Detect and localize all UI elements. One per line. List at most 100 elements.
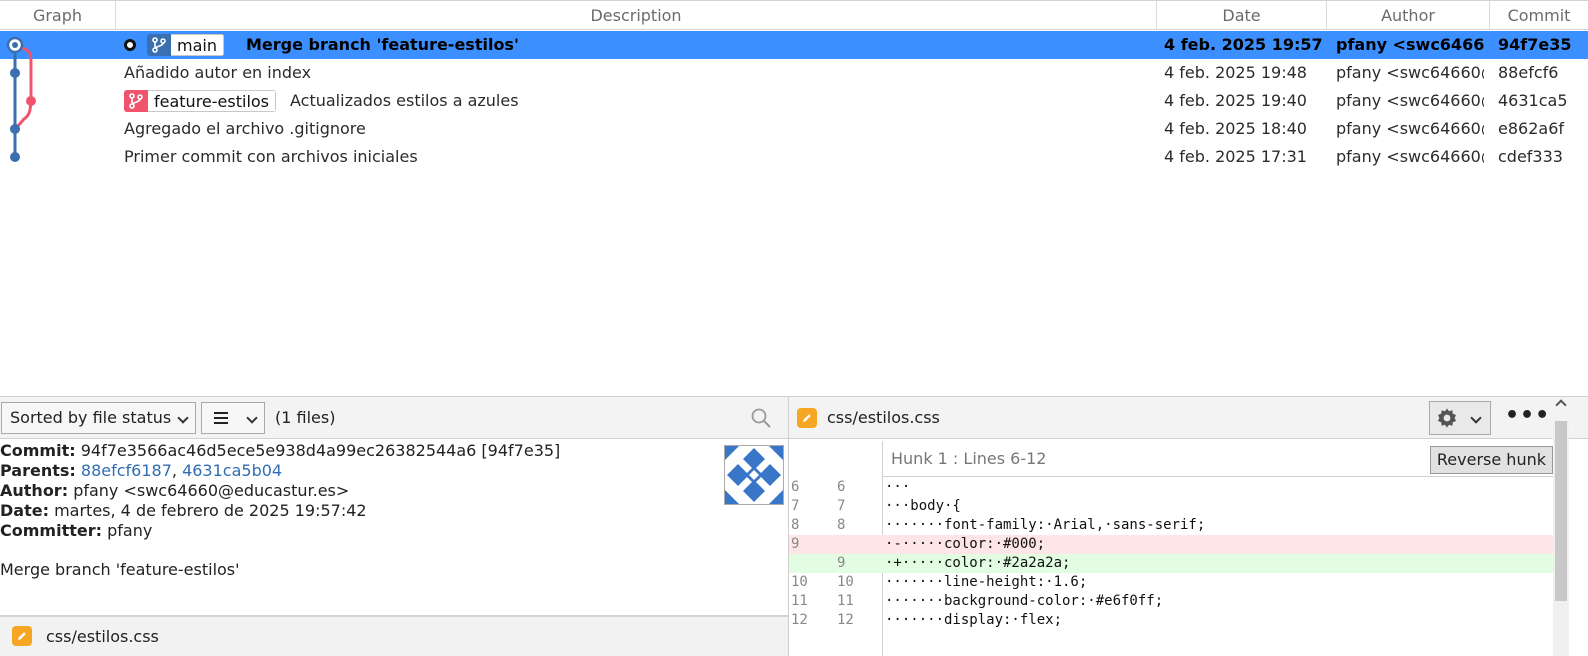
graph-node-feature xyxy=(26,96,36,106)
head-indicator-icon xyxy=(124,39,136,51)
commit-details: Commit: 94f7e3566ac46d5ece5e938d4a99ec26… xyxy=(0,441,788,613)
chevron-down-icon xyxy=(246,412,258,424)
commit-hash: 4631ca5 xyxy=(1498,91,1568,110)
hunk-label: Hunk 1 : Lines 6-12 xyxy=(891,449,1047,468)
commit-author: pfany <swc64660 xyxy=(1336,35,1484,54)
diff-line: 10 10 ·······line-height:·1.6; xyxy=(789,573,1553,592)
commit-graph xyxy=(6,36,36,162)
branch-icon xyxy=(124,90,148,112)
graph-node-merge-core xyxy=(12,42,18,48)
diff-line: 11 11 ·······background-color:·#e6f0ff; xyxy=(789,592,1553,611)
column-header-date[interactable]: Date xyxy=(1157,1,1327,30)
chevron-down-icon xyxy=(177,412,189,424)
diff-header: css/estilos.css ••• xyxy=(789,397,1588,439)
old-line-number: 10 xyxy=(791,574,808,590)
changed-file-row[interactable]: css/estilos.css xyxy=(0,615,788,656)
commit-description: Añadido autor en index xyxy=(124,63,312,82)
old-line-number: 6 xyxy=(791,479,800,495)
view-mode-dropdown[interactable] xyxy=(201,402,265,434)
column-header-description[interactable]: Description xyxy=(116,1,1157,30)
new-line-number: 12 xyxy=(837,612,854,628)
branch-label-main[interactable]: main xyxy=(147,34,224,56)
commit-hash: cdef333 xyxy=(1498,147,1563,166)
gear-icon xyxy=(1438,408,1456,428)
diff-scrollbar[interactable] xyxy=(1553,421,1569,656)
commit-date: 4 feb. 2025 19:48 xyxy=(1164,63,1307,82)
author-line: Author: pfany <swc64660@educastur.es> xyxy=(0,481,349,501)
parents-line: Parents: 88efcf6187, 4631ca5b04 xyxy=(0,461,282,481)
search-icon[interactable] xyxy=(750,407,772,429)
commit-date: 4 feb. 2025 17:31 xyxy=(1164,147,1307,166)
git-client-window: Graph Description Date Author Commit mai… xyxy=(0,0,1588,656)
graph-line-feature xyxy=(15,45,33,128)
old-line-number: 11 xyxy=(791,593,808,609)
commit-hash: 94f7e35 xyxy=(1498,35,1572,54)
diff-file-name: css/estilos.css xyxy=(827,408,940,427)
column-header-commit[interactable]: Commit xyxy=(1490,1,1588,30)
author-avatar xyxy=(724,445,784,505)
commit-description: Primer commit con archivos iniciales xyxy=(124,147,418,166)
new-line-number: 10 xyxy=(837,574,854,590)
graph-node xyxy=(10,152,20,162)
commit-row[interactable]: feature-estilos Actualizados estilos a a… xyxy=(0,87,1588,115)
new-line-number: 7 xyxy=(837,498,846,514)
old-line-number: 8 xyxy=(791,517,800,533)
commit-description: Actualizados estilos a azules xyxy=(290,91,519,110)
graph-node xyxy=(10,68,20,78)
sort-dropdown[interactable]: Sorted by file status xyxy=(1,402,196,434)
commit-description: Agregado el archivo .gitignore xyxy=(124,119,366,138)
sort-dropdown-label: Sorted by file status xyxy=(10,408,172,427)
graph-node xyxy=(10,124,20,134)
code-text: ·······font-family:·Arial,·sans-serif; xyxy=(885,517,1206,533)
branch-name: main xyxy=(171,34,224,56)
new-line-number: 6 xyxy=(837,479,846,495)
parent-link[interactable]: 88efcf6187 xyxy=(81,461,172,480)
commit-author: pfany <swc64660@ xyxy=(1336,119,1484,138)
code-text: ·······line-height:·1.6; xyxy=(885,574,1088,590)
old-line-number: 12 xyxy=(791,612,808,628)
diff-options-button[interactable] xyxy=(1429,401,1491,435)
column-header-graph[interactable]: Graph xyxy=(0,1,116,30)
parent-link[interactable]: 4631ca5b04 xyxy=(182,461,282,480)
modified-file-icon xyxy=(12,626,32,646)
committer-label: Committer: xyxy=(0,521,102,540)
new-line-number: 9 xyxy=(837,555,846,571)
branch-label-feature-estilos[interactable]: feature-estilos xyxy=(124,90,277,112)
diff-line: 7 7 ···body·{ xyxy=(789,497,1553,516)
scrollbar-thumb[interactable] xyxy=(1555,421,1567,601)
commit-details-pane: Sorted by file status (1 files) Commit: … xyxy=(0,396,788,656)
commit-row[interactable]: Primer commit con archivos iniciales 4 f… xyxy=(0,143,1588,171)
code-text: ·-·····color:·#000; xyxy=(885,536,1046,552)
reverse-hunk-button[interactable]: Reverse hunk xyxy=(1429,446,1553,474)
code-text: ·······display:·flex; xyxy=(885,612,1063,628)
commit-description: Merge branch 'feature-estilos' xyxy=(246,35,519,54)
diff-line: 6 6 ··· xyxy=(789,478,1553,497)
commit-row[interactable]: Añadido autor en index 4 feb. 2025 19:48… xyxy=(0,59,1588,87)
date-value: martes, 4 de febrero de 2025 19:57:42 xyxy=(54,501,367,520)
old-line-number: 7 xyxy=(791,498,800,514)
commit-message: Merge branch 'feature-estilos' xyxy=(0,560,240,579)
parent-separator: , xyxy=(171,461,177,480)
commit-hash-line: Commit: 94f7e3566ac46d5ece5e938d4a99ec26… xyxy=(0,441,560,461)
commit-row[interactable]: main Merge branch 'feature-estilos' 4 fe… xyxy=(0,31,1588,59)
diff-line: 8 8 ·······font-family:·Arial,·sans-seri… xyxy=(789,516,1553,535)
code-text: ·······background-color:·#e6f0ff; xyxy=(885,593,1164,609)
author-value: pfany <swc64660@educastur.es> xyxy=(73,481,350,500)
file-toolbar: Sorted by file status (1 files) xyxy=(0,397,788,439)
files-count: (1 files) xyxy=(275,408,336,427)
commit-author: pfany <swc64660@ xyxy=(1336,147,1484,166)
commit-author: pfany <swc64660@ xyxy=(1336,91,1484,110)
committer-line: Committer: pfany xyxy=(0,521,152,541)
more-options-button[interactable]: ••• xyxy=(1505,401,1549,435)
branch-icon xyxy=(147,34,171,56)
commit-list-header: Graph Description Date Author Commit xyxy=(0,0,1588,30)
chevron-down-icon xyxy=(1470,412,1482,424)
commit-hash: 88efcf6 xyxy=(1498,63,1559,82)
commit-row[interactable]: Agregado el archivo .gitignore 4 feb. 20… xyxy=(0,115,1588,143)
list-view-icon xyxy=(214,412,228,424)
column-header-author[interactable]: Author xyxy=(1327,1,1490,30)
old-line-number: 9 xyxy=(791,536,800,552)
diff-lines: 6 6 ··· 7 7 ···body·{ 8 8 ·······font-fa… xyxy=(789,478,1553,630)
file-name: css/estilos.css xyxy=(46,627,159,646)
author-label: Author: xyxy=(0,481,69,500)
